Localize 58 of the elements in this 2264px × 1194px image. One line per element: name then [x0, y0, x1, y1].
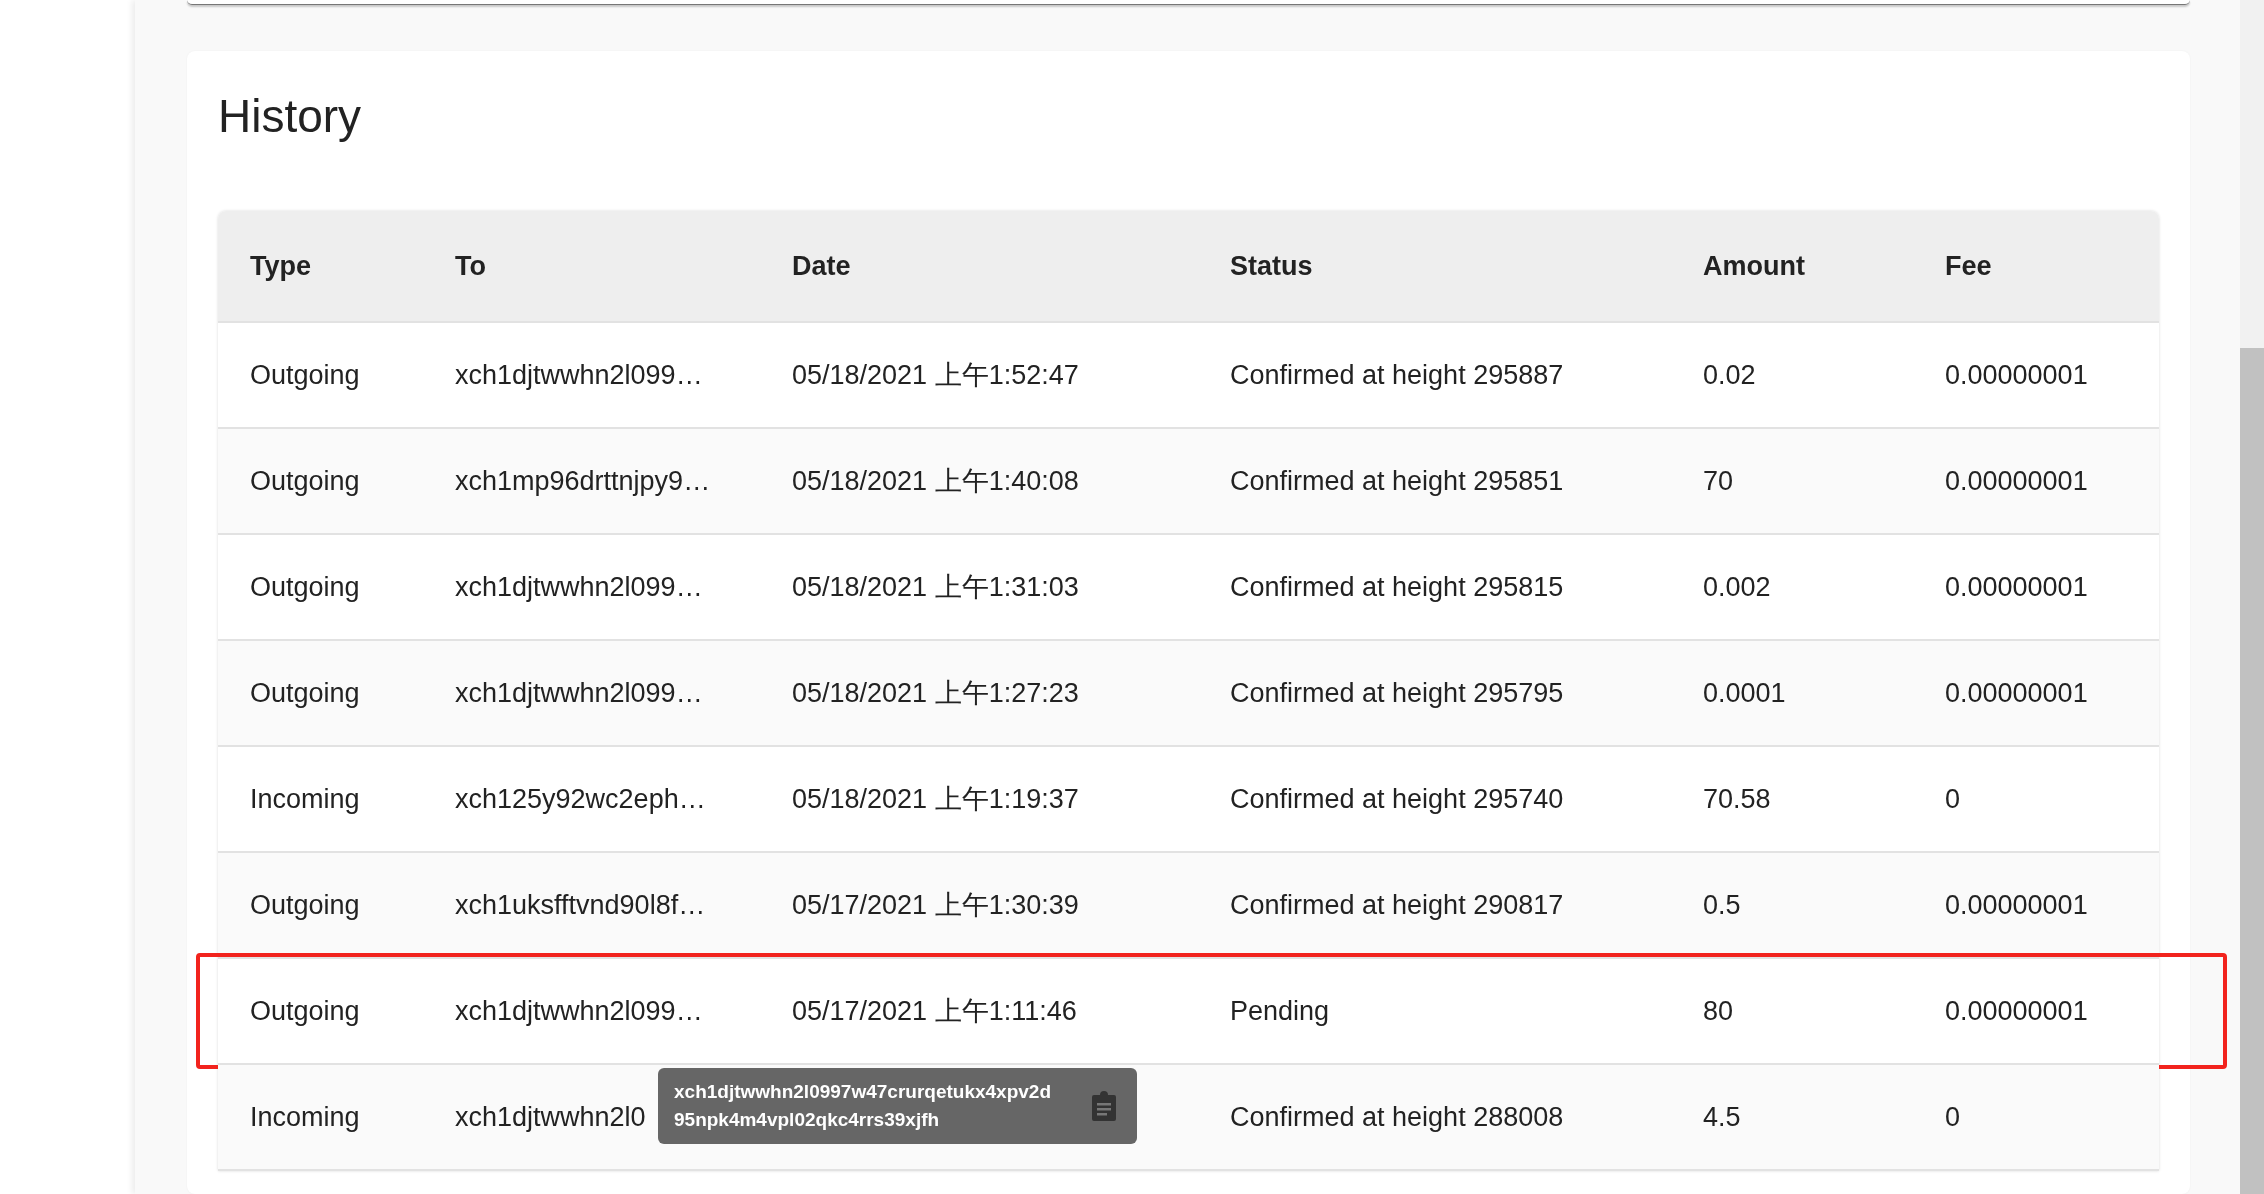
table-cell-text: 80: [1703, 995, 1735, 1027]
table-cell-text: 0.00000001: [1945, 995, 2089, 1027]
table-cell-text: Outgoing: [249, 465, 361, 497]
clipboard-icon[interactable]: [1091, 1090, 1117, 1122]
table-cell-text: Incoming: [249, 1101, 361, 1133]
table-cell-text: 05/17/2021 上午1:30:39: [792, 889, 1080, 922]
table-cell-text: 0: [1945, 1101, 1962, 1133]
table-cell-text: xch1djtwwhn2l099…: [455, 677, 704, 709]
column-header[interactable]: Date: [792, 250, 1230, 282]
table-cell-text: Incoming: [249, 783, 361, 815]
table-cell-text: 0.00000001: [1945, 359, 2089, 391]
table-cell-text: Pending: [1230, 995, 1331, 1027]
tooltip-text: xch1djtwwhn2l0997w47crurqetukx4xpv2d: [674, 1080, 1051, 1104]
table-cell-text: Confirmed at height 295795: [1230, 677, 1565, 709]
table-cell-text: xch1djtwwhn2l099…: [455, 995, 704, 1027]
table-cell-text: xch125y92wc2eph…: [455, 783, 707, 815]
table-cell-text: xch1mp96drttnjpy9…: [455, 465, 712, 497]
table-cell-text: Confirmed at height 288008: [1230, 1101, 1565, 1133]
table-cell-text: Outgoing: [249, 995, 361, 1027]
table-cell-text: Outgoing: [249, 889, 361, 921]
table-cell-text: Confirmed at height 295887: [1230, 359, 1565, 391]
history-title: History: [218, 89, 363, 144]
table-cell-text: 70.58: [1703, 783, 1772, 815]
table-cell-text: xch1uksfftvnd90l8f…: [455, 889, 707, 921]
table-cell-text: 0.00000001: [1945, 571, 2089, 603]
table-cell-text: Confirmed at height 295815: [1230, 571, 1565, 603]
column-header[interactable]: Fee: [1945, 250, 2145, 282]
table-cell-text: 0.002: [1703, 571, 1772, 603]
table-cell-text: xch1djtwwhn2l099…: [455, 571, 704, 603]
table-cell-text: 05/18/2021 上午1:52:47: [792, 359, 1080, 392]
column-header[interactable]: Type: [218, 250, 455, 282]
scrollbar[interactable]: [2240, 0, 2264, 1194]
table-cell-text: Outgoing: [249, 677, 361, 709]
table-cell-text: Confirmed at height 295740: [1230, 783, 1565, 815]
tooltip-text: 95npk4m4vpl02qkc4rrs39xjfh: [674, 1108, 941, 1132]
table-cell-text: 0.0001: [1703, 677, 1787, 709]
column-header[interactable]: Amount: [1703, 250, 1945, 282]
column-header[interactable]: Status: [1230, 250, 1703, 282]
table-cell-text: 0.00000001: [1945, 465, 2089, 497]
table-cell-text: 05/17/2021 上午1:11:46: [792, 995, 1078, 1028]
table-cell-text: Confirmed at height 290817: [1230, 889, 1565, 921]
table-cell-text: xch1djtwwhn2l099…: [455, 359, 704, 391]
column-header[interactable]: To: [455, 250, 792, 282]
table-cell-text: 0.00000001: [1945, 677, 2089, 709]
table-cell-text: 4.5: [1703, 1101, 1742, 1133]
table-cell-text: 05/18/2021 上午1:40:08: [792, 465, 1080, 498]
table-cell-text: 70: [1703, 465, 1735, 497]
table-cell-text: Confirmed at height 295851: [1230, 465, 1565, 497]
table-cell-text: 05/18/2021 上午1:19:37: [792, 783, 1080, 816]
table-cell-text: 0: [1945, 783, 1962, 815]
table-cell-text: 0.00000001: [1945, 889, 2089, 921]
table-cell-text: 05/18/2021 上午1:27:23: [792, 677, 1080, 710]
table-cell-text: 05/18/2021 上午1:31:03: [792, 571, 1080, 604]
scrollbar-thumb[interactable]: [2240, 348, 2264, 1194]
table-cell-text: 0.5: [1703, 889, 1742, 921]
table-cell-text: 0.02: [1703, 359, 1757, 391]
table-cell-text: Outgoing: [249, 359, 361, 391]
table-cell-text: Outgoing: [249, 571, 361, 603]
